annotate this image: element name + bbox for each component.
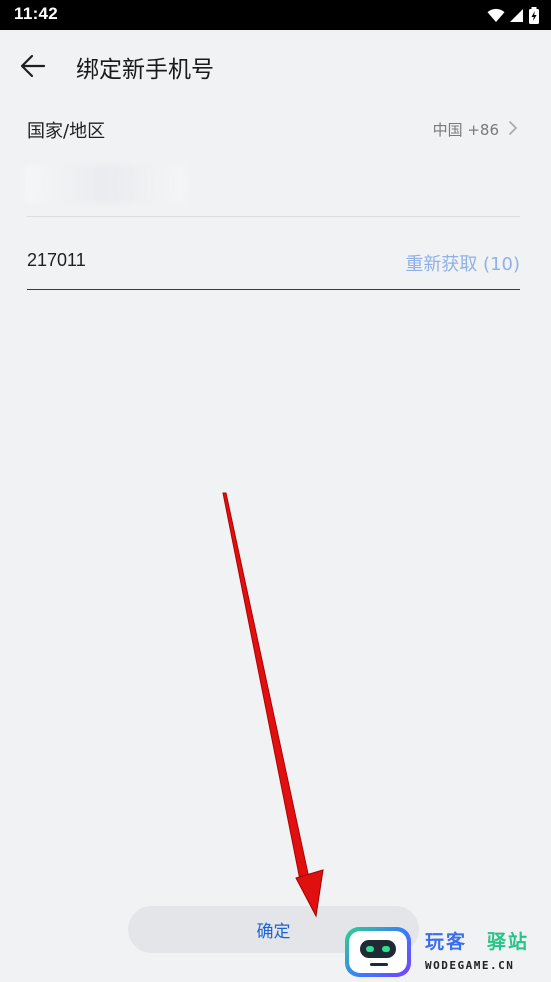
region-selector[interactable]: 国家/地区 中国 +86	[27, 107, 521, 149]
status-icons	[487, 5, 539, 25]
watermark-text-cn-1: 玩客	[425, 931, 468, 953]
divider	[27, 216, 520, 217]
verification-code-row: 217011 重新获取 (10)	[27, 240, 521, 284]
battery-charging-icon	[529, 6, 539, 24]
verification-code-input[interactable]: 217011	[27, 250, 86, 271]
resend-code-button[interactable]: 重新获取 (10)	[405, 250, 520, 276]
wifi-icon	[487, 8, 505, 22]
status-time: 11:42	[14, 4, 59, 23]
back-button[interactable]	[20, 48, 60, 84]
region-value: 中国 +86	[432, 121, 499, 139]
region-label: 国家/地区	[27, 121, 106, 142]
input-underline	[27, 289, 520, 290]
watermark-logo-icon	[345, 927, 411, 977]
chevron-right-icon	[509, 121, 518, 135]
signal-icon	[510, 8, 523, 22]
phone-number-field[interactable]	[24, 165, 188, 203]
status-bar: 11:42	[0, 0, 551, 30]
annotation-arrow-shaft	[222, 492, 311, 886]
app-header: 绑定新手机号	[0, 30, 551, 102]
watermark: 玩客 驿站 WODEGAME.CN	[345, 925, 551, 982]
watermark-text-en: WODEGAME.CN	[425, 959, 515, 972]
arrow-left-icon	[20, 54, 46, 78]
watermark-text-cn-2: 驿站	[487, 931, 530, 953]
page-title: 绑定新手机号	[76, 57, 214, 83]
